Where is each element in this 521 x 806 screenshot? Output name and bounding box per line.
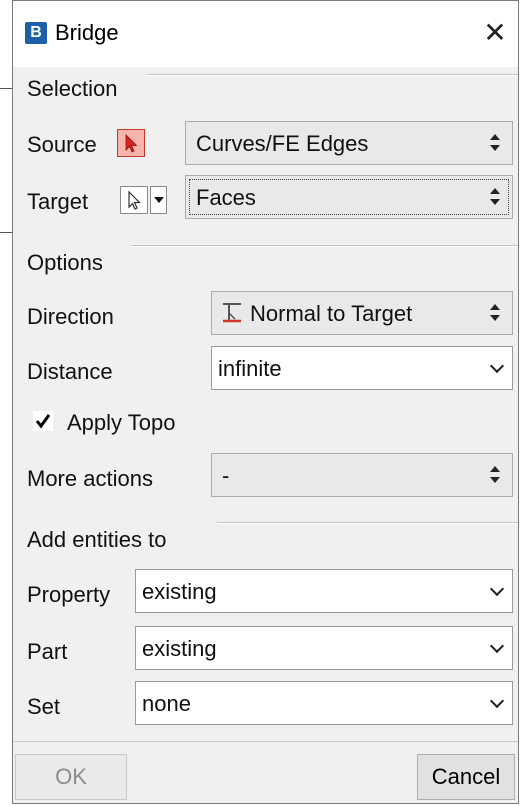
set-label: Set bbox=[27, 694, 61, 719]
close-icon[interactable]: ✕ bbox=[472, 5, 518, 61]
selection-group-label: Selection bbox=[27, 76, 118, 101]
direction-combo-value: Normal to Target bbox=[250, 301, 413, 326]
part-input-value: existing bbox=[142, 636, 217, 661]
chevron-down-icon bbox=[489, 693, 505, 709]
footer-divider bbox=[13, 741, 518, 742]
property-input-value: existing bbox=[142, 579, 217, 604]
dialog-body: Selection Source Curves/FE Edges Target … bbox=[13, 67, 518, 803]
apply-topo-label[interactable]: Apply Topo bbox=[67, 410, 175, 436]
part-input[interactable]: existing bbox=[135, 626, 513, 670]
target-picker-button[interactable] bbox=[120, 186, 148, 214]
property-dropdown-button[interactable] bbox=[484, 570, 512, 612]
source-combo-value: Curves/FE Edges bbox=[196, 131, 369, 156]
group-divider bbox=[131, 245, 518, 247]
set-dropdown-button[interactable] bbox=[484, 682, 512, 724]
more-actions-combo-value: - bbox=[222, 463, 230, 488]
app-icon: B bbox=[25, 22, 47, 44]
ok-button[interactable]: OK bbox=[15, 754, 127, 800]
group-divider bbox=[147, 74, 518, 76]
source-combo[interactable]: Curves/FE Edges bbox=[185, 121, 513, 165]
add-entities-group-label: Add entities to bbox=[27, 527, 167, 552]
spin-arrows-icon bbox=[490, 299, 502, 327]
normal-direction-icon bbox=[223, 303, 241, 323]
checkmark-icon bbox=[35, 414, 51, 429]
apply-topo-checkbox[interactable] bbox=[33, 411, 53, 431]
part-dropdown-button[interactable] bbox=[484, 627, 512, 669]
direction-label: Direction bbox=[27, 304, 114, 329]
window-title: Bridge bbox=[55, 20, 119, 45]
spin-arrows-icon bbox=[490, 183, 502, 211]
target-picker-dropdown[interactable] bbox=[150, 186, 167, 214]
distance-input-value: infinite bbox=[218, 356, 282, 381]
options-group-label: Options bbox=[27, 250, 103, 275]
set-input-value: none bbox=[142, 691, 191, 716]
more-actions-label: More actions bbox=[27, 466, 153, 491]
background-edge-line bbox=[0, 232, 12, 233]
spin-arrows-icon bbox=[490, 461, 502, 489]
target-label: Target bbox=[27, 189, 89, 214]
part-label: Part bbox=[27, 639, 68, 664]
title-bar: B Bridge ✕ bbox=[13, 1, 518, 67]
property-label: Property bbox=[27, 582, 111, 607]
arrow-cursor-icon bbox=[128, 190, 141, 210]
direction-combo[interactable]: Normal to Target bbox=[211, 291, 513, 335]
background-edge-line bbox=[0, 88, 12, 89]
chevron-down-icon bbox=[489, 358, 505, 374]
cancel-button[interactable]: Cancel bbox=[417, 754, 515, 800]
distance-label: Distance bbox=[27, 359, 113, 384]
distance-dropdown-button[interactable] bbox=[484, 347, 512, 389]
set-input[interactable]: none bbox=[135, 681, 513, 725]
dropdown-triangle-icon bbox=[154, 197, 164, 203]
more-actions-combo[interactable]: - bbox=[211, 453, 513, 497]
group-divider bbox=[217, 522, 518, 524]
chevron-down-icon bbox=[489, 581, 505, 597]
target-combo[interactable]: Faces bbox=[185, 175, 513, 219]
distance-input[interactable]: infinite bbox=[211, 346, 513, 390]
source-picker-button[interactable] bbox=[117, 129, 145, 157]
source-label: Source bbox=[27, 132, 97, 157]
spin-arrows-icon bbox=[490, 129, 502, 157]
target-combo-value: Faces bbox=[196, 185, 256, 210]
property-input[interactable]: existing bbox=[135, 569, 513, 613]
bridge-dialog: B Bridge ✕ Selection Source Curves/FE Ed… bbox=[12, 0, 519, 804]
chevron-down-icon bbox=[489, 638, 505, 654]
arrow-cursor-icon bbox=[125, 134, 138, 153]
